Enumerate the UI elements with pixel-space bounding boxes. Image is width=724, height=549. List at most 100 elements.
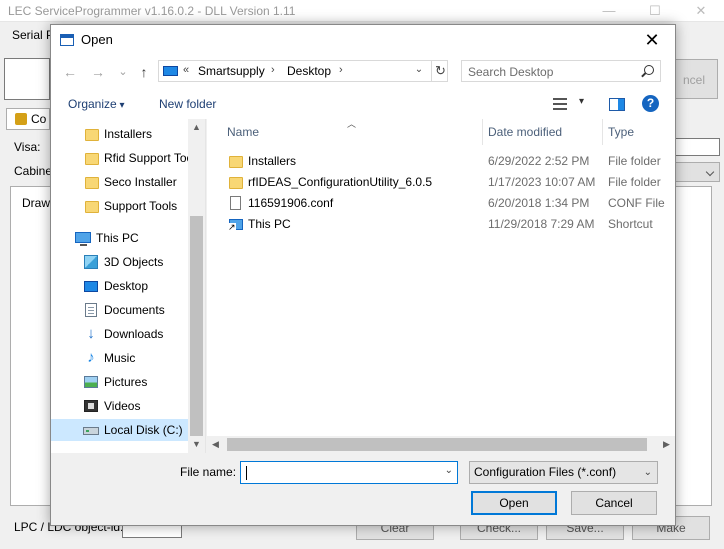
view-dropdown-icon[interactable]: ▾ xyxy=(579,96,584,107)
folder-icon xyxy=(229,156,243,168)
cancel-button[interactable]: Cancel xyxy=(571,491,657,515)
file-type-filter[interactable]: Configuration Files (*.conf) ⌄ xyxy=(469,461,658,484)
search-icon[interactable] xyxy=(644,65,654,75)
view-list-icon[interactable] xyxy=(553,98,567,110)
serial-field[interactable] xyxy=(4,58,50,100)
app-title: LEC ServiceProgrammer v1.16.0.2 - DLL Ve… xyxy=(8,4,296,18)
search-box[interactable] xyxy=(461,60,661,82)
tree-item-music[interactable]: ♪ Music xyxy=(51,347,191,369)
music-icon: ♪ xyxy=(87,349,95,366)
file-list-scrollbar[interactable]: ◀ ▶ xyxy=(207,436,675,453)
close-icon[interactable]: ✕ xyxy=(678,0,724,22)
chevron-right-icon[interactable]: › xyxy=(271,64,275,76)
organize-button[interactable]: Organize xyxy=(68,97,125,111)
scroll-right-icon[interactable]: ▶ xyxy=(658,436,675,453)
address-dropdown-icon[interactable]: ⌄ xyxy=(412,64,426,75)
scroll-down-icon[interactable]: ▼ xyxy=(188,436,205,453)
tree-item-label: 3D Objects xyxy=(104,255,164,269)
download-icon: ↓ xyxy=(87,325,95,342)
tree-scrollbar[interactable]: ▲ ▼ xyxy=(188,119,205,453)
file-name: rfIDEAS_ConfigurationUtility_6.0.5 xyxy=(248,175,433,189)
tree-item-downloads[interactable]: ↓ Downloads xyxy=(51,323,191,345)
file-row[interactable]: This PC 11/29/2018 7:29 AM Shortcut xyxy=(207,214,667,235)
dialog-titlebar: Open ✕ xyxy=(51,25,675,55)
forward-arrow-icon[interactable]: → xyxy=(89,63,107,81)
tree-item-desktop[interactable]: Desktop xyxy=(51,275,191,297)
app-window-controls: — ☐ ✕ xyxy=(586,0,724,22)
file-type: File folder xyxy=(608,154,661,168)
chevron-right-icon[interactable]: › xyxy=(339,64,343,76)
column-type-label: Type xyxy=(608,125,635,139)
file-type: CONF File xyxy=(608,196,665,210)
visa-field[interactable] xyxy=(672,138,720,156)
search-input[interactable] xyxy=(468,64,638,79)
scroll-up-icon[interactable]: ▲ xyxy=(188,119,205,136)
scroll-left-icon[interactable]: ◀ xyxy=(207,436,224,453)
tree-scroll-thumb[interactable] xyxy=(190,216,203,436)
file-row[interactable]: rfIDEAS_ConfigurationUtility_6.0.5 1/17/… xyxy=(207,172,667,193)
preview-pane-icon[interactable] xyxy=(609,98,625,111)
file-row[interactable]: Installers 6/29/2022 2:52 PM File folder xyxy=(207,151,667,172)
tree-item-documents[interactable]: Documents xyxy=(51,299,191,321)
tree-item-seco-installer[interactable]: Seco Installer xyxy=(51,171,191,193)
visa-label: Visa: xyxy=(14,140,41,154)
up-arrow-icon[interactable]: ↑ xyxy=(135,63,153,81)
help-icon[interactable]: ? xyxy=(642,95,659,112)
new-folder-button[interactable]: New folder xyxy=(159,97,216,111)
back-arrow-icon[interactable]: ← xyxy=(61,63,79,81)
text-caret xyxy=(246,466,247,480)
column-header-date[interactable]: Date modified xyxy=(483,119,603,145)
file-date: 1/17/2023 10:07 AM xyxy=(488,175,596,189)
tree-item-label: Support Tools xyxy=(104,199,178,213)
open-button[interactable]: Open xyxy=(471,491,557,515)
chevron-down-icon: ⌄ xyxy=(643,467,652,478)
file-name-input[interactable] xyxy=(244,465,434,481)
tree-item-rfid-support[interactable]: Rfid Support Too xyxy=(51,147,191,169)
tree-item-label: Seco Installer xyxy=(104,175,177,189)
tree-item-local-disk[interactable]: Local Disk (C:) xyxy=(51,419,191,441)
file-date: 6/20/2018 1:34 PM xyxy=(488,196,590,210)
lock-icon xyxy=(15,113,27,125)
address-bar[interactable]: « Smartsupply › Desktop › ⌄ ↻ xyxy=(158,60,448,82)
tree-item-label: Pictures xyxy=(104,375,148,389)
folder-icon xyxy=(85,153,99,165)
recent-locations-icon[interactable]: ⌄ xyxy=(114,63,132,81)
file-row[interactable]: 116591906.conf 6/20/2018 1:34 PM CONF Fi… xyxy=(207,193,667,214)
desktop-icon xyxy=(163,66,178,76)
maximize-icon[interactable]: ☐ xyxy=(632,0,678,22)
file-icon xyxy=(230,196,241,210)
tree-item-installers[interactable]: Installers xyxy=(51,123,191,145)
file-name: This PC xyxy=(248,217,291,231)
dialog-close-button[interactable]: ✕ xyxy=(629,25,675,55)
folder-icon xyxy=(85,129,99,141)
file-name-combobox[interactable]: ⌄ xyxy=(240,461,458,484)
file-list-scroll-thumb[interactable] xyxy=(227,438,647,451)
file-name-label: File name: xyxy=(180,465,237,479)
tree-item-label: Documents xyxy=(104,303,165,317)
cabinet-select[interactable] xyxy=(672,162,720,182)
tree-item-label: Desktop xyxy=(104,279,149,293)
folder-icon xyxy=(85,201,99,213)
tab-label: Co xyxy=(31,112,47,126)
app-cancel-button[interactable]: ncel xyxy=(670,59,718,99)
breadcrumb-smartsupply[interactable]: Smartsupply xyxy=(198,64,265,78)
tree-item-videos[interactable]: Videos xyxy=(51,395,191,417)
minimize-icon[interactable]: — xyxy=(586,0,632,22)
tree-item-this-pc[interactable]: This PC xyxy=(51,227,191,249)
tree-item-pictures[interactable]: Pictures xyxy=(51,371,191,393)
pictures-icon xyxy=(84,376,98,388)
address-overflow[interactable]: « xyxy=(183,64,189,76)
file-type-filter-value: Configuration Files (*.conf) xyxy=(474,465,617,479)
tree-item-support-tools[interactable]: Support Tools xyxy=(51,195,191,217)
tree-item-3d-objects[interactable]: 3D Objects xyxy=(51,251,191,273)
refresh-icon[interactable]: ↻ xyxy=(431,61,449,81)
column-header-name[interactable]: ︿ Name xyxy=(207,119,483,145)
breadcrumb-desktop[interactable]: Desktop xyxy=(287,64,331,78)
column-date-label: Date modified xyxy=(488,125,563,139)
desktop-icon xyxy=(84,281,98,292)
shortcut-icon xyxy=(228,219,243,231)
sort-up-icon: ︿ xyxy=(347,119,357,129)
column-header-type[interactable]: Type xyxy=(603,119,675,145)
tab-connection[interactable]: Co xyxy=(6,108,50,130)
chevron-down-icon[interactable]: ⌄ xyxy=(445,465,453,476)
